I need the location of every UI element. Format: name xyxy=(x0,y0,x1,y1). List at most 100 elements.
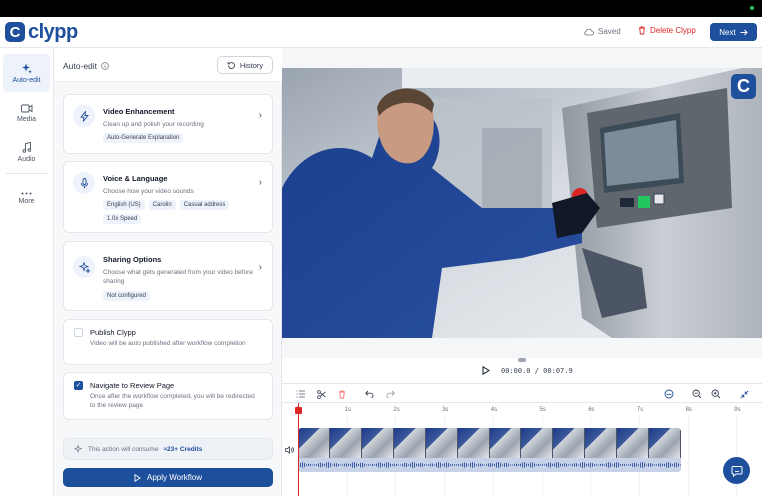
video-frame[interactable]: C xyxy=(282,68,762,338)
trash-icon xyxy=(339,390,345,398)
split-button[interactable] xyxy=(315,388,327,400)
waveform-bar xyxy=(666,462,667,468)
info-icon[interactable] xyxy=(101,62,109,70)
waveform-bar xyxy=(388,462,389,468)
sparkle-icon xyxy=(74,444,83,453)
waveform-bar xyxy=(304,462,305,468)
rail-item-auto-edit[interactable]: Auto-edit xyxy=(3,54,50,92)
waveform-bar xyxy=(680,464,681,466)
rail-item-media[interactable]: Media xyxy=(3,94,50,132)
current-time: 00:00.0 xyxy=(501,367,531,375)
playback-controls: 00:00.0 / 00:07.9 xyxy=(282,362,762,380)
audio-waveform xyxy=(298,458,681,472)
waveform-bar xyxy=(394,463,395,467)
waveform-bar xyxy=(436,462,437,468)
waveform-bar xyxy=(344,463,345,467)
waveform-bar xyxy=(656,464,657,466)
waveform-bar xyxy=(610,462,611,468)
waveform-bar xyxy=(530,462,531,468)
rail-item-more[interactable]: More xyxy=(3,179,50,217)
play-button[interactable] xyxy=(482,365,490,377)
waveform-bar xyxy=(342,464,343,466)
waveform-bar xyxy=(414,462,415,468)
chat-support-button[interactable] xyxy=(723,457,750,484)
clip-thumbnail xyxy=(585,428,618,458)
video-clip[interactable] xyxy=(298,428,681,472)
playhead[interactable] xyxy=(295,403,302,496)
waveform-bar xyxy=(392,464,393,466)
waveform-bar xyxy=(526,463,527,467)
volume-icon[interactable] xyxy=(285,445,294,456)
play-icon xyxy=(134,473,141,482)
waveform-bar xyxy=(338,463,339,467)
zoom-out-button[interactable] xyxy=(691,388,703,400)
navigate-checkbox[interactable]: ✓ xyxy=(74,381,83,390)
collapse-button[interactable] xyxy=(738,388,750,400)
panel-title: Auto-edit xyxy=(63,61,109,71)
clypp-logo[interactable]: C clypp xyxy=(5,22,78,42)
chip: Not configured xyxy=(103,291,151,301)
redo-button[interactable] xyxy=(384,388,396,400)
waveform-bar xyxy=(504,463,505,467)
timeline[interactable]: 01s2s3s4s5s6s7s8s9s xyxy=(282,403,762,496)
apply-label: Apply Workflow xyxy=(147,473,202,482)
publish-checkbox[interactable] xyxy=(74,328,83,337)
card-icon-wrap xyxy=(73,105,95,127)
waveform-bar xyxy=(626,464,627,466)
voice-language-card[interactable]: Voice & Language Choose how your video s… xyxy=(63,161,273,233)
waveform-bar xyxy=(472,462,473,468)
waveform-bar xyxy=(468,464,469,466)
card-chips: Auto-Generate Explanation xyxy=(103,133,263,143)
waveform-bar xyxy=(446,462,447,468)
waveform-bar xyxy=(638,464,639,466)
waveform-bar xyxy=(570,464,571,466)
waveform-bar xyxy=(310,463,311,467)
rail-item-audio[interactable]: Audio xyxy=(3,133,50,171)
sharing-options-card[interactable]: Sharing Options Choose what gets generat… xyxy=(63,241,273,311)
waveform-bar xyxy=(500,463,501,467)
waveform-bar xyxy=(322,463,323,467)
waveform-bar xyxy=(314,464,315,466)
credits-notice: This action will consume ≈23+ Credits xyxy=(63,438,273,460)
waveform-bar xyxy=(580,463,581,467)
next-button[interactable]: Next xyxy=(710,23,757,41)
waveform-bar xyxy=(350,463,351,467)
playhead-knob[interactable] xyxy=(295,407,302,414)
waveform-bar xyxy=(348,463,349,467)
history-button[interactable]: History xyxy=(217,56,273,74)
option-subtitle: Video will be auto published after workf… xyxy=(90,340,246,347)
delete-clip-button[interactable] xyxy=(336,388,348,400)
waveform-bar xyxy=(300,462,301,468)
zoom-in-button[interactable] xyxy=(710,388,722,400)
history-icon xyxy=(227,61,235,69)
delete-label: Delete Clypp xyxy=(650,26,696,35)
clip-thumbnail xyxy=(425,428,458,458)
status-indicator xyxy=(750,6,754,10)
magic-button[interactable] xyxy=(663,388,675,400)
list-order-button[interactable] xyxy=(294,388,306,400)
undo-button[interactable] xyxy=(363,388,375,400)
panel-header: Auto-edit History xyxy=(54,48,282,82)
waveform-bar xyxy=(600,463,601,467)
waveform-bar xyxy=(398,464,399,466)
play-icon xyxy=(482,365,490,376)
logo-text: clypp xyxy=(28,21,78,43)
apply-workflow-button[interactable]: Apply Workflow xyxy=(63,468,273,487)
waveform-bar xyxy=(402,463,403,467)
waveform-bar xyxy=(380,462,381,468)
video-enhancement-card[interactable]: Video Enhancement Clean up and polish yo… xyxy=(63,94,273,154)
undo-icon xyxy=(364,390,373,398)
chip: Carolin xyxy=(148,200,176,210)
card-icon-wrap xyxy=(73,256,95,278)
auto-edit-panel: Auto-edit History Video Enhancement Clea… xyxy=(54,48,282,496)
delete-clypp-button[interactable]: Delete Clypp xyxy=(638,26,696,35)
rail-label: More xyxy=(18,197,35,205)
music-note-icon xyxy=(22,141,31,153)
waveform-bar xyxy=(316,464,317,466)
waveform-bar xyxy=(386,462,387,468)
card-title: Sharing Options xyxy=(103,255,162,264)
waveform-bar xyxy=(622,463,623,467)
clip-thumbnail xyxy=(298,428,330,458)
waveform-bar xyxy=(620,464,621,466)
waveform-bar xyxy=(672,464,673,466)
